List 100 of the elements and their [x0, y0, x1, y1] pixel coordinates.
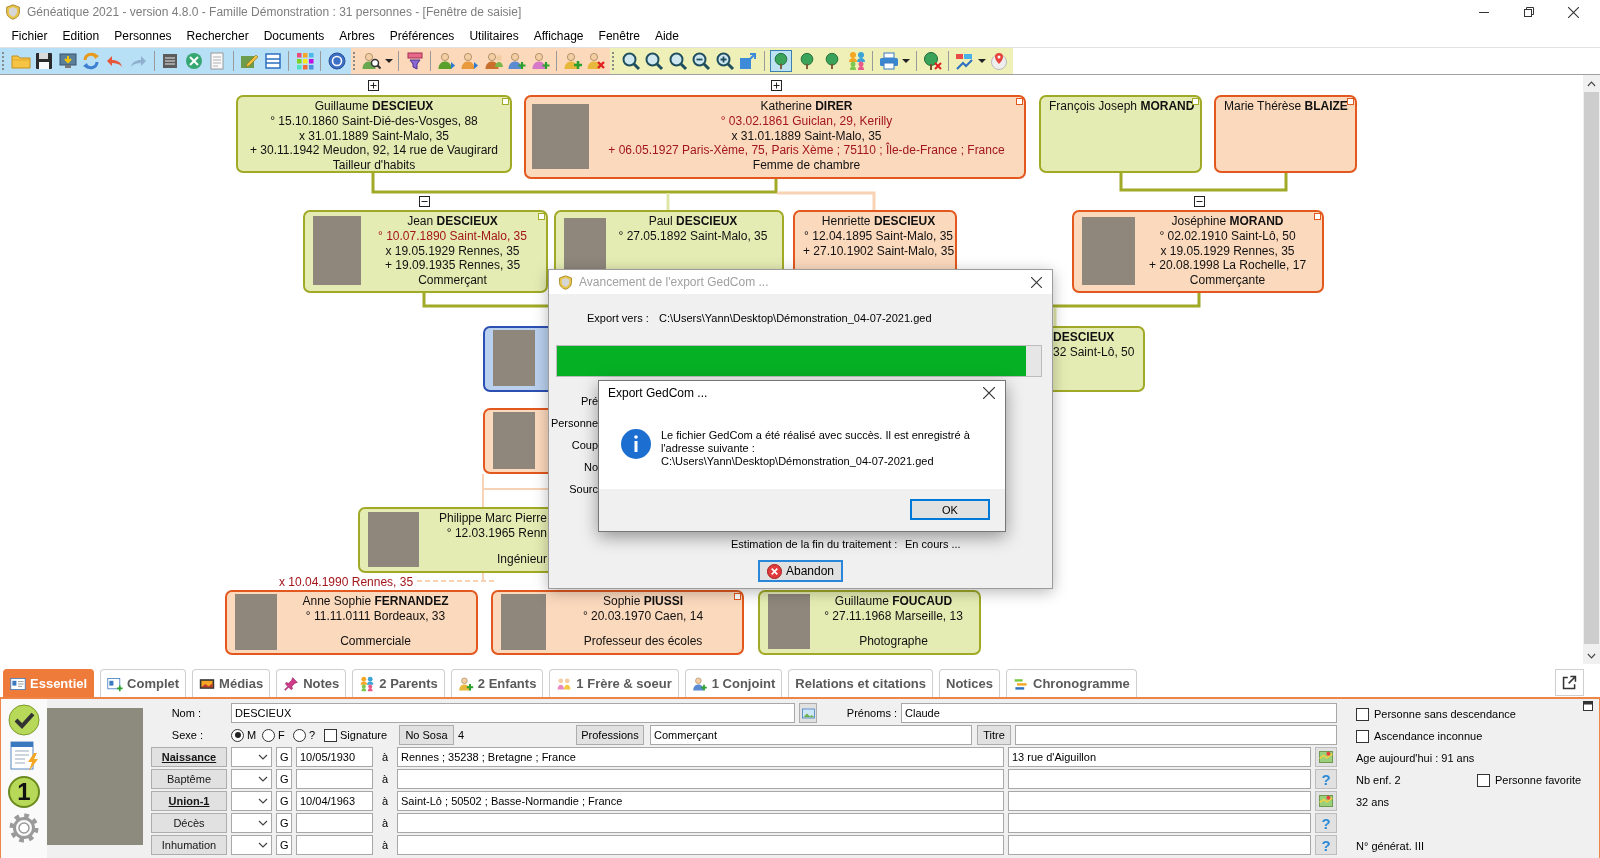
address-field[interactable]	[1008, 835, 1311, 855]
magnifier-icon[interactable]	[667, 51, 688, 71]
event-button[interactable]: Baptême	[151, 769, 227, 789]
dropdown-field[interactable]	[231, 769, 272, 789]
printer-icon[interactable]	[878, 51, 899, 71]
tab[interactable]: 2 Parents	[352, 669, 445, 697]
person-card[interactable]: Marie Thérèse BLAIZE	[1214, 95, 1357, 173]
ring-icon[interactable]	[326, 51, 347, 71]
checkbox-label[interactable]: Ascendance inconnue	[1374, 730, 1483, 742]
people-icon[interactable]	[483, 51, 504, 71]
person-search-icon[interactable]	[361, 51, 381, 71]
menu-item[interactable]: Arbres	[331, 28, 383, 43]
tab[interactable]: 1 Conjoint	[684, 669, 783, 697]
person-card[interactable]: Guillaume FOUCAUD ° 27.11.1968 Marseille, 13 Photographe	[758, 590, 981, 655]
person-add-icon[interactable]	[507, 51, 527, 71]
color-grid-icon[interactable]	[294, 51, 315, 71]
title-field[interactable]	[1015, 725, 1337, 745]
date-field[interactable]	[296, 835, 373, 855]
person-icon[interactable]	[436, 51, 457, 71]
date-field[interactable]	[296, 813, 373, 833]
scrollbar[interactable]	[1583, 75, 1600, 664]
event-button[interactable]: Inhumation	[151, 835, 227, 855]
place-field[interactable]: Rennes ; 35238 ; Bretagne ; France	[397, 747, 1004, 767]
menu-item[interactable]: Fenêtre	[591, 28, 648, 43]
zoom-in-icon[interactable]	[714, 51, 735, 71]
cancel-button[interactable]: Abandon	[758, 560, 843, 582]
zoom-out-icon[interactable]	[691, 51, 711, 71]
tab[interactable]: Complet	[100, 669, 187, 697]
filter-icon[interactable]	[404, 51, 425, 71]
scrollbar-thumb[interactable]	[1584, 92, 1599, 644]
radio-label[interactable]: M	[247, 729, 257, 741]
tree-delete-icon[interactable]	[922, 51, 942, 71]
date-field[interactable]: 10/05/1930	[296, 747, 373, 767]
list-icon[interactable]	[262, 51, 283, 71]
lines-icon[interactable]	[160, 51, 180, 71]
event-button[interactable]: Union-1	[151, 791, 227, 811]
monitor-icon[interactable]	[57, 51, 78, 71]
map-button[interactable]	[1315, 747, 1337, 767]
checkbox-label[interactable]: Personne sans descendance	[1374, 708, 1516, 720]
radio-label[interactable]: ?	[309, 729, 316, 741]
tab[interactable]: Relations et citations	[788, 669, 934, 697]
scroll-down-icon[interactable]	[1587, 652, 1596, 659]
radio-button[interactable]	[293, 728, 306, 742]
image-button[interactable]	[799, 703, 817, 723]
close-icon[interactable]	[1031, 276, 1042, 288]
person-card[interactable]: Guillaume DESCIEUX ° 15.10.1860 Saint-Dié-des-Vosges, 88 x 31.01.1889 Saint-Malo, 35 + 30.11.1942 Meudon, 92, 14 rue de Vaugirard Tailleur d'habits	[236, 95, 512, 173]
radio-label[interactable]: F	[278, 729, 285, 741]
dropdown-field[interactable]	[231, 813, 272, 833]
person-card[interactable]: Joséphine MORAND ° 02.02.1910 Saint-Lô, 50 x 19.05.1929 Rennes, 35 + 20.08.1998 La Rochelle, 17 Commerçante	[1072, 210, 1324, 293]
menu-item[interactable]: Affichage	[526, 28, 592, 43]
calendar-field[interactable]: G	[276, 791, 292, 811]
menu-item[interactable]: Documents	[256, 28, 332, 43]
calendar-field[interactable]: G	[276, 813, 292, 833]
menu-item[interactable]: Utilitaires	[461, 28, 527, 43]
person-card[interactable]: Katherine DIRER ° 03.02.1861 Guiclan, 29, Kerilly x 31.01.1889 Saint-Malo, 35 + 06.05.1927 Paris-Xème, 75, Paris Xème ; 75110 ; Île-de-France ; France Femme de chambre	[524, 95, 1026, 179]
tab[interactable]: 1 Frère & soeur	[549, 669, 679, 697]
address-field[interactable]	[1008, 791, 1311, 811]
chart-icon[interactable]	[954, 51, 974, 71]
calendar-field[interactable]: G	[276, 835, 292, 855]
tab[interactable]: 2 Enfants	[450, 669, 544, 697]
first-names-field[interactable]: Claude	[901, 703, 1337, 723]
date-field[interactable]	[296, 769, 373, 789]
calendar-field[interactable]: G	[276, 769, 292, 789]
save-icon[interactable]	[34, 51, 54, 71]
close-icon[interactable]	[983, 387, 995, 399]
tab[interactable]: Notes	[276, 669, 347, 697]
collapse-toggle[interactable]	[419, 196, 430, 207]
menu-item[interactable]: Rechercher	[179, 28, 257, 43]
collapse-toggle[interactable]	[1194, 196, 1205, 207]
event-button[interactable]: Naissance	[151, 747, 227, 767]
checkbox[interactable]	[324, 728, 337, 742]
place-field[interactable]: Saint-Lô ; 50502 ; Basse-Normandie ; France	[397, 791, 1004, 811]
person-add-icon[interactable]	[530, 51, 551, 71]
checkbox[interactable]	[1477, 773, 1490, 787]
person-icon[interactable]	[460, 51, 480, 71]
magnifier-icon[interactable]	[644, 51, 664, 71]
title-button[interactable]: Titre	[977, 725, 1011, 745]
event-button[interactable]: Décès	[151, 813, 227, 833]
cross-circle-icon[interactable]	[183, 51, 204, 71]
menu-item[interactable]: Aide	[647, 28, 687, 43]
toolbar-grip[interactable]	[612, 52, 615, 70]
checkbox[interactable]	[1356, 707, 1369, 721]
person-add-icon[interactable]	[562, 51, 583, 71]
address-field[interactable]: 13 rue d'Aiguillon	[1008, 747, 1311, 767]
checkbox-label[interactable]: Personne favorite	[1495, 774, 1582, 786]
person-card[interactable]: Sophie PIUSSI ° 20.03.1970 Caen, 14 Professeur des écoles	[491, 590, 744, 655]
profession-field[interactable]: Commerçant	[650, 725, 972, 745]
expand-toggle[interactable]	[771, 80, 782, 91]
place-field[interactable]	[397, 835, 1004, 855]
checkbox-label[interactable]: Signature	[340, 729, 388, 741]
dropdown-field[interactable]	[231, 791, 272, 811]
address-field[interactable]	[1008, 769, 1311, 789]
place-field[interactable]	[397, 813, 1004, 833]
window-icon[interactable]	[1583, 701, 1593, 711]
radio-button[interactable]	[262, 728, 275, 742]
document-lightning-icon[interactable]	[8, 740, 40, 772]
settings-icon[interactable]	[8, 812, 40, 844]
toolbar-grip[interactable]	[352, 52, 356, 70]
menu-item[interactable]: Edition	[55, 28, 107, 43]
toolbar-grip[interactable]	[2, 52, 5, 70]
